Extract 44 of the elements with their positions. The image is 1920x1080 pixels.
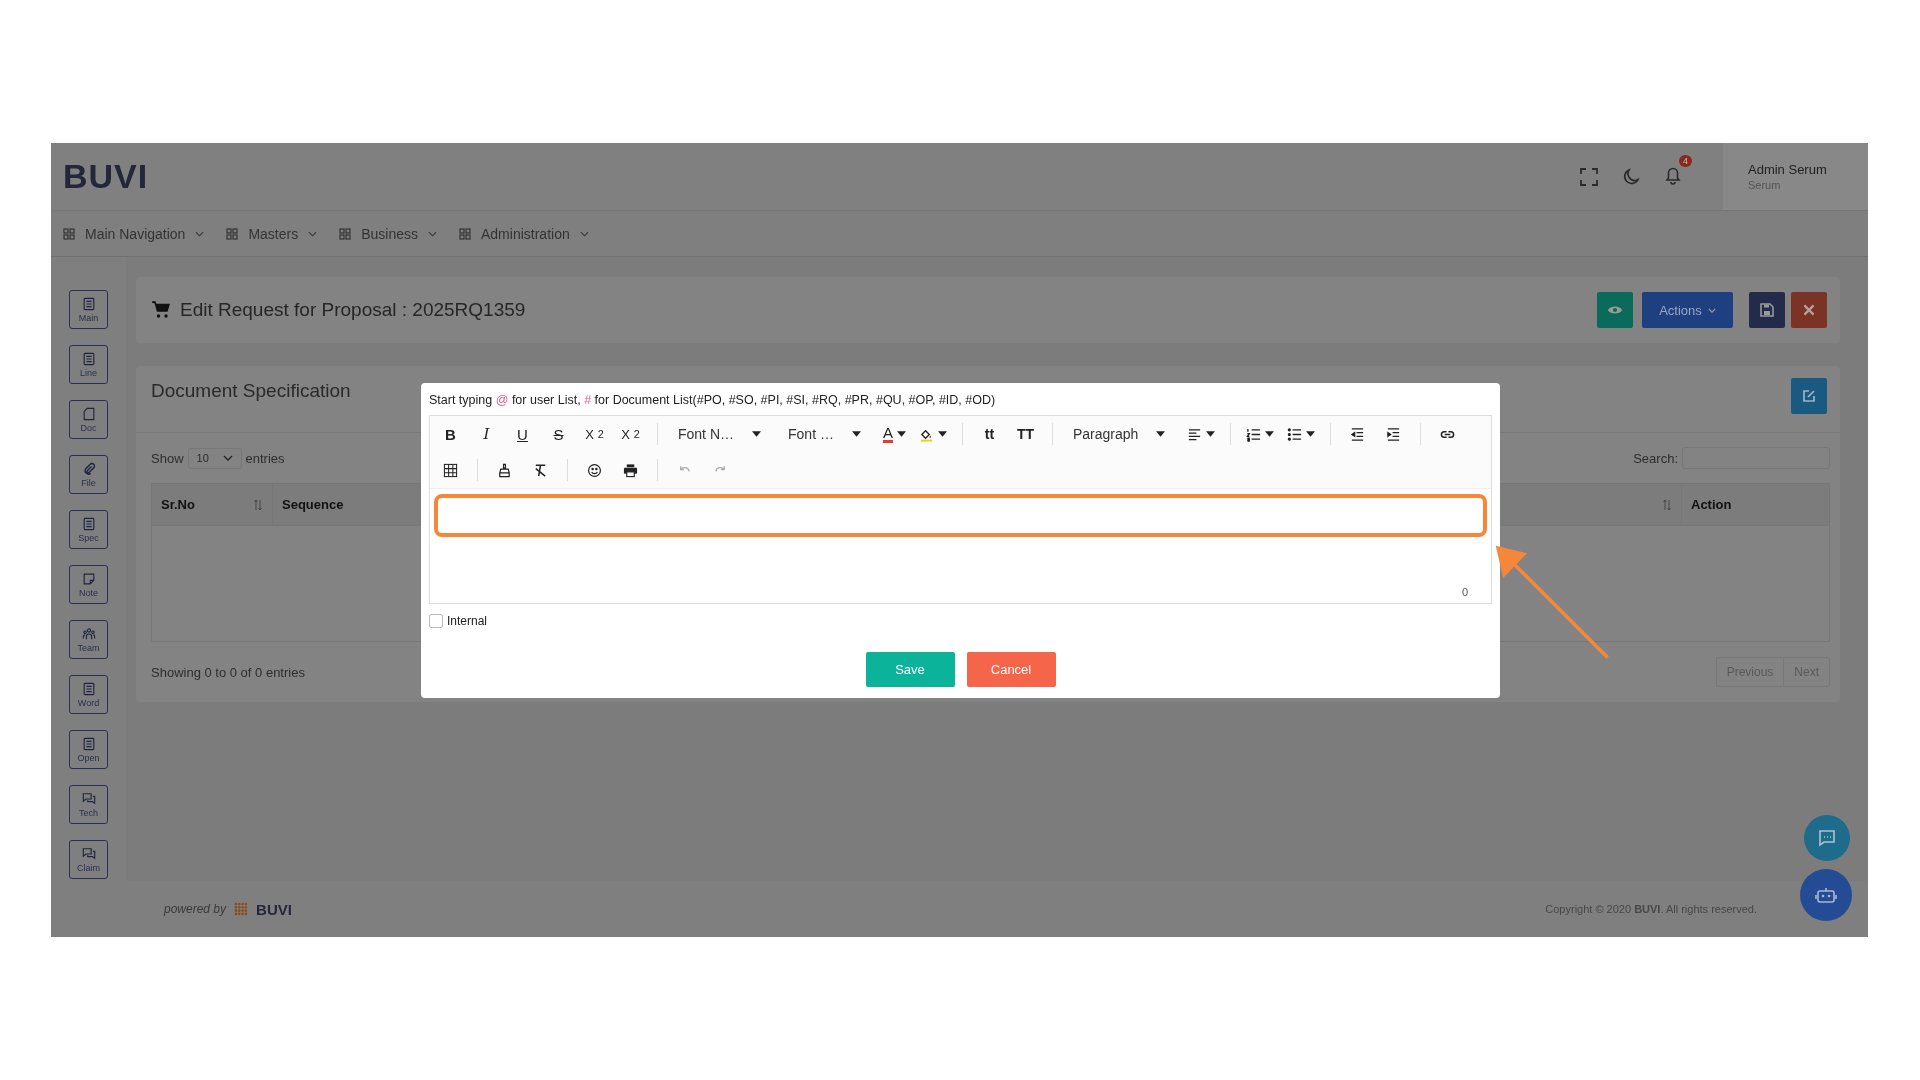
column-header[interactable]: Sr.No: [152, 484, 273, 525]
sidebar-button[interactable]: Word: [69, 675, 108, 714]
sidebar-button[interactable]: Doc: [69, 400, 108, 439]
format-button[interactable]: B: [436, 420, 465, 448]
format-button[interactable]: TT: [1010, 420, 1040, 448]
sidebar-button[interactable]: Note: [69, 565, 108, 604]
sidebar-button[interactable]: Main: [69, 290, 108, 329]
sidebar-button[interactable]: Open: [69, 730, 108, 769]
card-title: Document Specification: [151, 380, 351, 402]
sidebar-button[interactable]: Tech: [69, 785, 108, 824]
character-count: 0: [1461, 586, 1468, 598]
entries-label: entries: [245, 450, 285, 466]
editor-hint: Start typing @ for user List, # for Document List(#PO, #SO, #PI, #SI, #RQ, #PR, #QU, #OP, #ID, #OD): [429, 393, 997, 409]
cancel-button[interactable]: Cancel: [966, 652, 1056, 687]
notification-badge: 4: [1679, 154, 1692, 167]
column-header[interactable]: Action: [1682, 484, 1829, 525]
sidebar-button[interactable]: Team: [69, 620, 108, 659]
nav-menu-item[interactable]: Main Navigation: [63, 225, 205, 242]
font-color-button[interactable]: A: [879, 420, 909, 448]
format-dropdown[interactable]: Paragraph: [1064, 420, 1174, 448]
nav-menu-item[interactable]: Business: [339, 225, 437, 242]
save-button[interactable]: Save: [865, 652, 955, 687]
table-info: Showing 0 to 0 of 0 entries: [151, 664, 305, 680]
format-dropdown[interactable]: Font N…: [670, 420, 769, 448]
powered-by-text: powered by: [164, 902, 227, 916]
show-label: Show: [151, 450, 184, 466]
page-title: Edit Request for Proposal : 2025RQ1359: [180, 299, 526, 321]
nav-menu-item[interactable]: Administration: [459, 225, 589, 242]
format-button[interactable]: S: [544, 420, 573, 448]
search-label: Search:: [1633, 450, 1678, 466]
format-button[interactable]: tt: [974, 420, 1004, 448]
nav-menu-item[interactable]: Masters: [226, 225, 318, 242]
internal-label: Internal: [447, 614, 488, 628]
page-size-select[interactable]: 10: [187, 447, 242, 469]
sidebar-button[interactable]: Line: [69, 345, 108, 384]
logo: BUVI: [63, 157, 149, 196]
actions-button[interactable]: Actions: [1642, 292, 1733, 328]
format-button[interactable]: I: [472, 420, 501, 448]
footer-logo: BUVI: [256, 900, 292, 918]
format-dropdown[interactable]: Font …: [780, 420, 869, 448]
sidebar-button[interactable]: Spec: [69, 510, 108, 549]
sidebar-button[interactable]: File: [69, 455, 108, 494]
sidebar-button[interactable]: Claim: [69, 840, 108, 879]
format-button[interactable]: U: [508, 420, 537, 448]
